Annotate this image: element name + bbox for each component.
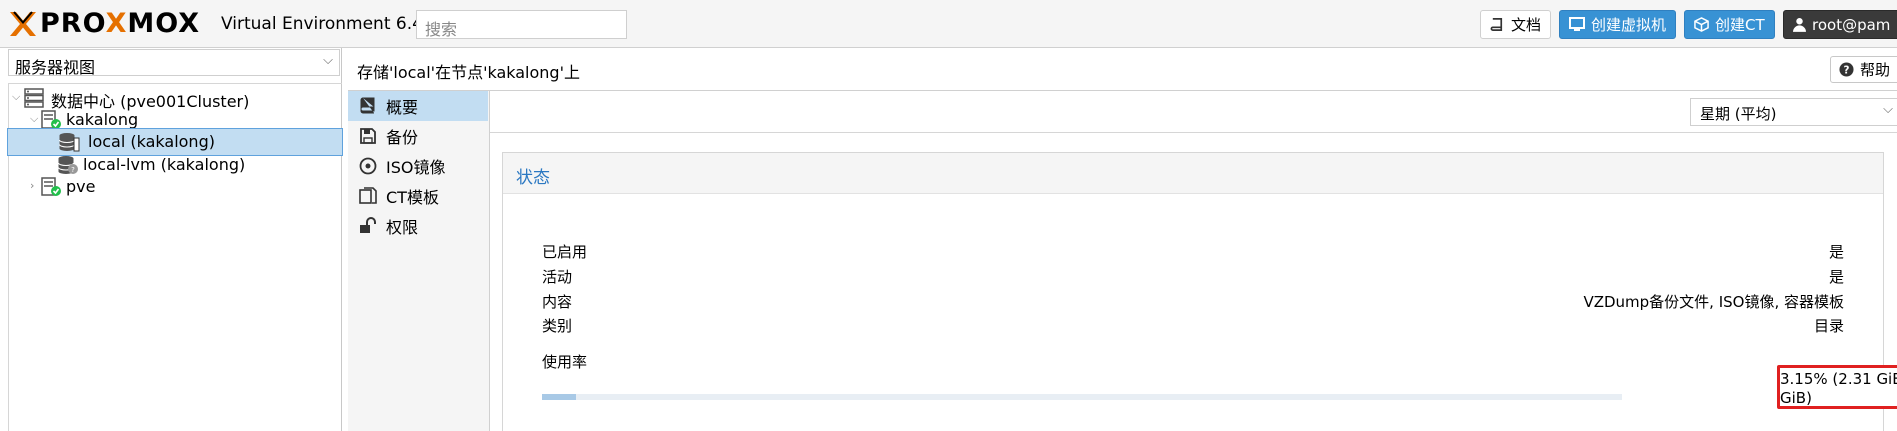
datacenter-icon <box>24 88 44 108</box>
view-selector[interactable]: 服务器视图 ⌵ <box>8 49 340 77</box>
view-selector-value: 服务器视图 <box>15 58 96 77</box>
menu-item-ct-templates[interactable]: CT模板 <box>348 181 488 211</box>
usage-value-highlight: 3.15% (2.31 GiB的73.38 GiB) <box>1777 365 1897 409</box>
chevron-down-icon: ⌵ <box>1883 102 1893 117</box>
cube-icon <box>1694 17 1709 32</box>
logo-text: PROXMOX <box>40 8 201 39</box>
expanded-icon[interactable]: ⌵ <box>30 112 38 126</box>
status-value: 是 <box>1828 268 1844 286</box>
storage-icon <box>59 133 80 152</box>
create-vm-label: 创建虚拟机 <box>1591 16 1667 34</box>
timeframe-select[interactable]: 星期 (平均) ⌵ <box>1690 98 1897 126</box>
docs-label: 文档 <box>1511 16 1542 34</box>
title-bar: 存储'local'在节点'kakalong'上 ? 帮助 <box>348 48 1897 91</box>
side-menu: 概要 备份 ISO镜像 CT模板 权限 <box>348 91 490 431</box>
tree-item-label: local (kakalong) <box>88 132 215 151</box>
top-header: PROXMOX Virtual Environment 6.4-4 搜索 文档 … <box>0 0 1897 48</box>
status-panel-header: 状态 <box>503 153 1883 194</box>
status-row-enabled: 已启用 是 <box>542 241 1844 263</box>
floppy-icon <box>360 128 376 144</box>
menu-item-label: ISO镜像 <box>386 158 446 177</box>
status-panel: 状态 已启用 是 活动 是 内容 VZDump备份文件, ISO镜像, 容器模板… <box>502 152 1897 431</box>
status-title: 状态 <box>516 168 550 188</box>
main-panel: 存储'local'在节点'kakalong'上 ? 帮助 概要 备份 ISO镜像… <box>348 48 1897 431</box>
storage-lvm-icon: ? <box>58 156 78 174</box>
menu-item-permissions[interactable]: 权限 <box>348 211 488 241</box>
menu-item-label: CT模板 <box>386 188 439 207</box>
create-ct-label: 创建CT <box>1715 16 1765 34</box>
summary-toolbar: 星期 (平均) ⌵ <box>490 91 1897 133</box>
tree-item-label: local-lvm (kakalong) <box>83 155 246 174</box>
status-key: 类别 <box>542 317 573 335</box>
help-button[interactable]: ? 帮助 <box>1830 56 1897 83</box>
logo-x-icon <box>10 11 36 36</box>
resource-tree: ⌵ 数据中心 (pve001Cluster) ⌵ kakalong local … <box>7 83 343 431</box>
page-title: 存储'local'在节点'kakalong'上 <box>357 63 580 82</box>
status-row-content: 内容 VZDump备份文件, ISO镜像, 容器模板 <box>542 291 1844 313</box>
disc-icon <box>359 157 377 175</box>
status-row-active: 活动 是 <box>542 266 1844 288</box>
resource-tree-panel: 服务器视图 ⌵ ⌵ 数据中心 (pve001Cluster) ⌵ kakalon… <box>0 48 343 431</box>
user-menu-button[interactable]: root@pam <box>1783 10 1897 39</box>
tree-item-label: pve <box>66 177 96 196</box>
expanded-icon[interactable]: ⌵ <box>12 90 20 104</box>
status-key: 活动 <box>542 268 573 286</box>
node-online-icon <box>41 110 61 129</box>
menu-item-summary[interactable]: 概要 <box>348 91 488 121</box>
search-input[interactable]: 搜索 <box>416 10 627 39</box>
unlock-icon <box>360 217 376 233</box>
template-icon <box>359 187 377 204</box>
menu-item-label: 备份 <box>386 128 419 147</box>
user-label: root@pam <box>1812 15 1891 34</box>
timeframe-value: 星期 (平均) <box>1700 105 1777 123</box>
monitor-icon <box>1569 17 1585 31</box>
menu-item-backup[interactable]: 备份 <box>348 121 488 151</box>
version-label: Virtual Environment 6.4-4 <box>221 14 440 34</box>
menu-item-label: 权限 <box>386 218 419 237</box>
status-row-usage: 使用率 <box>542 351 1844 373</box>
usage-progress-fill <box>542 394 577 400</box>
summary-content: 星期 (平均) ⌵ 状态 已启用 是 活动 是 内容 VZDump备份文件, I… <box>490 91 1897 431</box>
proxmox-logo: PROXMOX <box>8 10 200 38</box>
menu-item-label: 概要 <box>386 98 419 117</box>
help-label: 帮助 <box>1860 61 1891 79</box>
usage-progress-bar <box>542 394 1622 400</box>
status-key: 已启用 <box>542 243 588 261</box>
status-value: 目录 <box>1813 317 1844 335</box>
status-row-type: 类别 目录 <box>542 315 1844 337</box>
book-icon <box>1490 18 1503 31</box>
status-value: 是 <box>1828 243 1844 261</box>
docs-button[interactable]: 文档 <box>1480 10 1551 39</box>
tree-item-node-pve[interactable]: › pve <box>9 173 343 201</box>
node-online-icon <box>41 177 61 196</box>
status-value: VZDump备份文件, ISO镜像, 容器模板 <box>1583 293 1844 311</box>
tree-item-label: kakalong <box>66 110 139 129</box>
create-vm-button[interactable]: 创建虚拟机 <box>1559 10 1676 39</box>
status-key: 内容 <box>542 293 573 311</box>
user-icon <box>1793 18 1806 32</box>
collapsed-icon[interactable]: › <box>30 179 34 192</box>
menu-item-iso-images[interactable]: ISO镜像 <box>348 151 488 181</box>
svg-text:?: ? <box>1844 64 1850 76</box>
usage-value: 3.15% (2.31 GiB的73.38 GiB) <box>1780 369 1897 407</box>
create-ct-button[interactable]: 创建CT <box>1684 10 1775 39</box>
usage-label: 使用率 <box>542 353 588 371</box>
question-circle-icon: ? <box>1839 62 1854 77</box>
book-icon <box>360 97 375 114</box>
chevron-down-icon: ⌵ <box>323 53 333 68</box>
